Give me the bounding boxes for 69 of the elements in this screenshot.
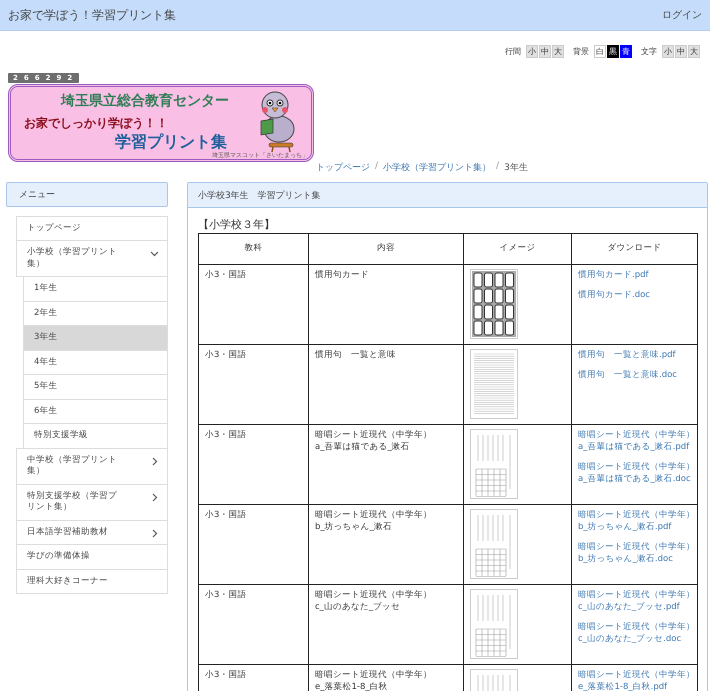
menu-item[interactable]: 1年生 [23, 276, 168, 302]
table-cell: 小3・国語 [198, 264, 308, 344]
site-title: お家で学ぼう！学習プリント集 [8, 6, 176, 24]
banner-slogan: お家でしっかり学ぼう！！ [24, 115, 168, 132]
download-link[interactable]: 慣用句カード.pdf [578, 270, 693, 282]
menu-item[interactable]: 小学校（学習プリント集） [16, 240, 168, 278]
setting-button[interactable]: 中 [675, 45, 687, 58]
setting-button[interactable]: 黒 [607, 45, 619, 58]
download-link[interactable]: 慣用句カード.doc [578, 290, 693, 302]
document-thumbnail [470, 429, 518, 499]
download-link[interactable]: 暗唱シート近現代（中学年） a_吾輩は猫である_漱石.doc [578, 462, 693, 486]
setting-button[interactable]: 小 [526, 45, 538, 58]
menu-item[interactable]: 2年生 [23, 300, 168, 326]
table-cell: 小3・国語 [198, 424, 308, 504]
breadcrumb-current: 3年生 [504, 162, 528, 174]
menu-item[interactable]: 6年生 [23, 398, 168, 424]
download-link[interactable]: 暗唱シート近現代（中学年） b_坊っちゃん_漱石.doc [578, 542, 693, 566]
document-thumbnail [470, 349, 518, 419]
menu-item[interactable]: 理科大好きコーナー [16, 568, 168, 594]
column-header: イメージ [464, 234, 572, 264]
download-link[interactable]: 暗唱シート近現代（中学年） a_吾輩は猫である_漱石.pdf [578, 430, 693, 454]
breadcrumb-separator: / [496, 161, 500, 173]
table-cell: 暗唱シート近現代（中学年） c_山のあなた_ブッセ [308, 584, 464, 664]
panel-title: 小学校3年生 学習プリント集 [188, 183, 707, 208]
table-cell: 小3・国語 [198, 664, 308, 691]
download-link[interactable]: 暗唱シート近現代（中学年） c_山のあなた_ブッセ.pdf [578, 590, 693, 614]
column-header: ダウンロード [572, 234, 698, 264]
breadcrumb-separator: / [375, 161, 378, 173]
document-thumbnail [470, 589, 518, 659]
setting-button[interactable]: 白 [594, 45, 606, 58]
menu-item[interactable]: 中学校（学習プリント集） [16, 448, 168, 485]
breadcrumb-link[interactable]: トップページ [316, 161, 370, 174]
table-cell: 暗唱シート近現代（中学年） b_坊っちゃん_漱石 [308, 504, 464, 584]
menu-item[interactable]: 3年生 [23, 325, 168, 351]
table-cell: 小3・国語 [198, 504, 308, 584]
download-link[interactable]: 暗唱シート近現代（中学年） c_山のあなた_ブッセ.doc [578, 622, 693, 646]
setting-button[interactable]: 青 [620, 45, 632, 58]
setting-button[interactable]: 大 [688, 45, 700, 58]
column-header: 教科 [198, 234, 308, 264]
column-header: 内容 [308, 234, 464, 264]
table-cell: 小3・国語 [198, 344, 308, 424]
menu-header: メニュー [6, 182, 168, 207]
menu-item[interactable]: トップページ [16, 216, 168, 242]
setting-label: 背景 [573, 46, 589, 57]
table-cell: 暗唱シート近現代（中学年） a_吾輩は猫である_漱石 [308, 424, 464, 504]
menu-item[interactable]: 学びの準備体操 [16, 544, 168, 570]
menu-item[interactable]: 日本語学習補助教材 [16, 520, 168, 546]
menu-item[interactable]: 特別支援学校（学習プリント集） [16, 484, 168, 521]
section-heading: 【小学校３年】 [198, 217, 276, 232]
table-cell: 小3・国語 [198, 584, 308, 664]
setting-button[interactable]: 大 [552, 45, 564, 58]
table-cell: 慣用句カード [308, 264, 464, 344]
banner-title: 学習プリント集 [115, 133, 227, 151]
breadcrumb-link[interactable]: 小学校（学習プリント集） [383, 161, 492, 174]
download-link[interactable]: 暗唱シート近現代（中学年） b_坊っちゃん_漱石.pdf [578, 510, 693, 534]
banner-organization: 埼玉県立総合教育センター [61, 92, 229, 110]
document-thumbnail [470, 509, 518, 579]
menu-item[interactable]: 特別支援学級 [23, 423, 168, 449]
download-link[interactable]: 慣用句 一覧と意味.doc [578, 370, 693, 382]
setting-label: 行間 [505, 46, 521, 57]
document-thumbnail [470, 269, 518, 339]
menu-item[interactable]: 4年生 [23, 350, 168, 376]
download-link[interactable]: 慣用句 一覧と意味.pdf [578, 350, 693, 362]
setting-label: 文字 [641, 46, 657, 57]
menu-item[interactable]: 5年生 [23, 374, 168, 400]
table-cell: 慣用句 一覧と意味 [308, 344, 464, 424]
login-link[interactable]: ログイン [662, 8, 702, 22]
setting-button[interactable]: 中 [539, 45, 551, 58]
setting-button[interactable]: 小 [662, 45, 674, 58]
